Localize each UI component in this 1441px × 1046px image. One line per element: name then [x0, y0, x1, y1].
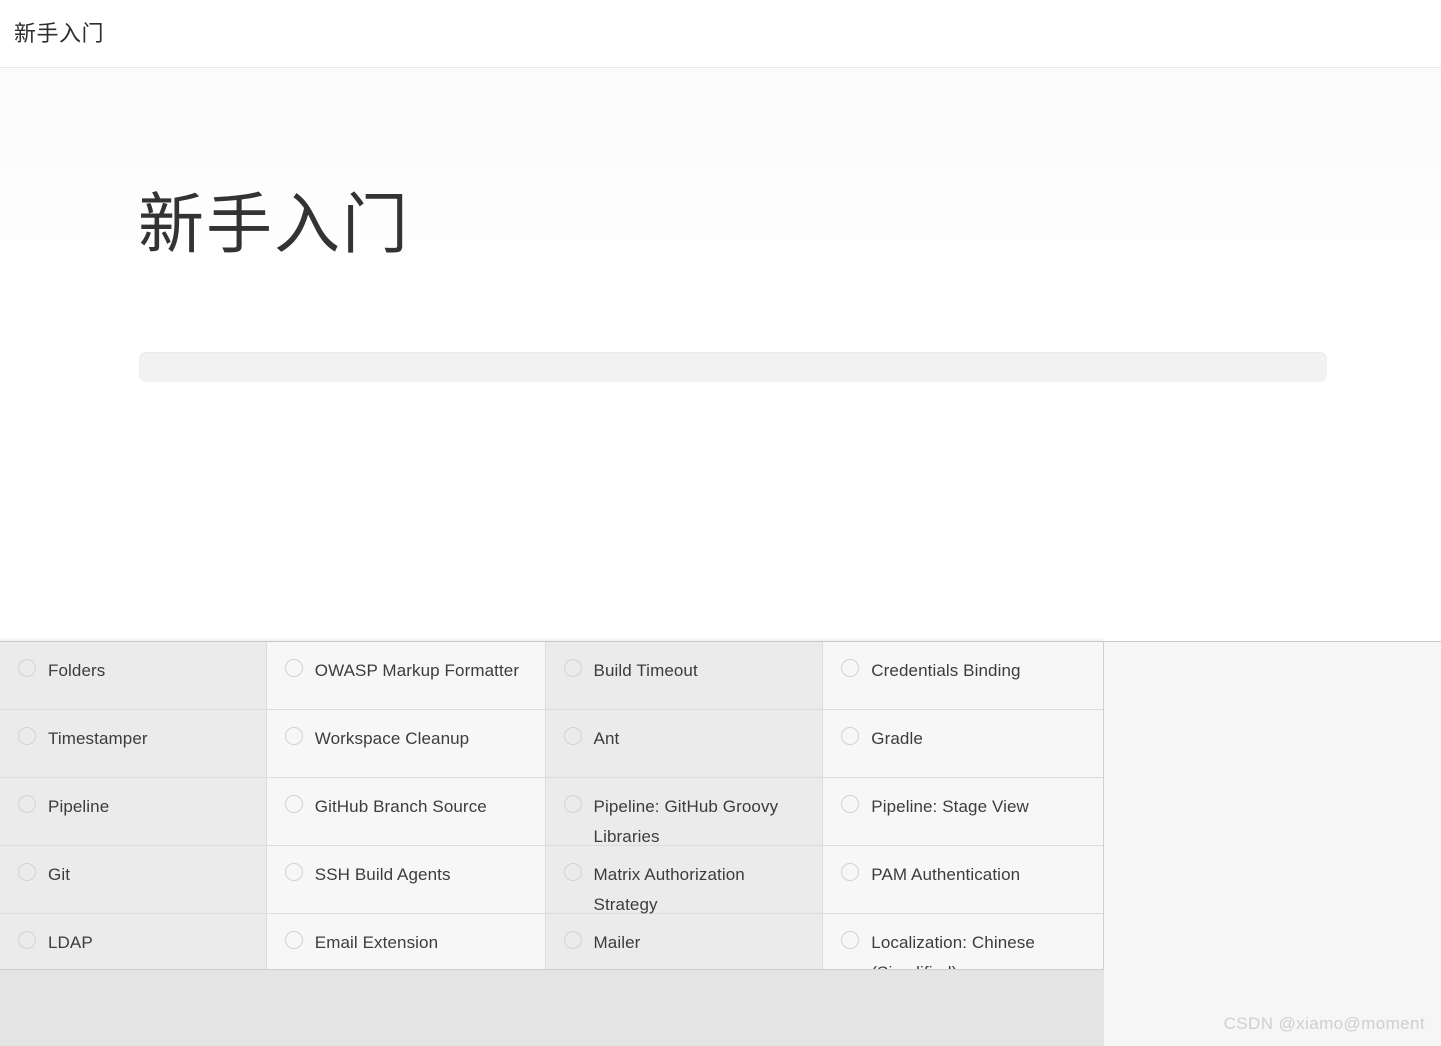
- plugin-label: Build Timeout: [593, 661, 698, 680]
- plugin-item[interactable]: Pipeline: Stage View: [823, 778, 1104, 846]
- plugin-label: Ant: [593, 729, 620, 748]
- wizard-body-area: [0, 399, 1441, 641]
- plugin-label: Credentials Binding: [871, 661, 1021, 680]
- checkbox-circle-icon[interactable]: [563, 795, 582, 813]
- plugin-label: Pipeline: [48, 797, 110, 816]
- checkbox-circle-icon[interactable]: [18, 727, 36, 745]
- plugin-item[interactable]: OWASP Markup Formatter: [266, 642, 545, 710]
- checkbox-circle-icon[interactable]: [563, 863, 582, 881]
- plugin-label: Pipeline: GitHub Groovy Libraries: [593, 797, 779, 846]
- plugin-item[interactable]: Ant: [545, 710, 823, 778]
- checkbox-circle-icon[interactable]: [563, 931, 582, 949]
- plugin-item[interactable]: Git: [0, 846, 266, 914]
- checkbox-circle-icon[interactable]: [841, 863, 860, 881]
- checkbox-circle-icon[interactable]: [563, 727, 582, 745]
- plugin-label: SSH Build Agents: [314, 865, 451, 884]
- plugin-item[interactable]: Build Timeout: [545, 642, 823, 710]
- checkbox-circle-icon[interactable]: [284, 727, 303, 745]
- plugin-item[interactable]: SSH Build Agents: [266, 846, 545, 914]
- plugin-label: OWASP Markup Formatter: [314, 661, 520, 680]
- checkbox-circle-icon[interactable]: [841, 931, 860, 949]
- plugin-column: OWASP Markup Formatter Workspace Cleanup…: [266, 642, 546, 982]
- plugin-label: Pipeline: Stage View: [871, 797, 1029, 816]
- page-root: 新手入门 新手入门 Folders Timestamper Pipeline G…: [0, 0, 1441, 1046]
- checkbox-circle-icon[interactable]: [18, 659, 36, 677]
- plugin-label: Gradle: [871, 729, 923, 748]
- plugin-label: Folders: [48, 661, 106, 680]
- plugin-item[interactable]: Pipeline: GitHub Groovy Libraries: [545, 778, 823, 846]
- plugin-label: Email Extension: [314, 933, 439, 952]
- checkbox-circle-icon[interactable]: [841, 727, 860, 745]
- page-title: 新手入门: [14, 20, 105, 46]
- plugin-label: Workspace Cleanup: [314, 729, 470, 748]
- plugin-column: Credentials Binding Gradle Pipeline: Sta…: [823, 642, 1104, 982]
- plugin-label: Timestamper: [48, 729, 148, 748]
- checkbox-circle-icon[interactable]: [284, 863, 303, 881]
- checkbox-circle-icon[interactable]: [284, 795, 303, 813]
- checkbox-circle-icon[interactable]: [284, 931, 303, 949]
- plugin-item[interactable]: Credentials Binding: [823, 642, 1104, 710]
- checkbox-circle-icon[interactable]: [284, 659, 303, 677]
- plugin-label: Git: [48, 865, 71, 884]
- plugin-item[interactable]: Gradle: [823, 710, 1104, 778]
- plugin-item[interactable]: GitHub Branch Source: [266, 778, 545, 846]
- plugin-column: Build Timeout Ant Pipeline: GitHub Groov…: [545, 642, 824, 982]
- checkbox-circle-icon[interactable]: [18, 931, 36, 949]
- plugin-panel-footer: [0, 969, 1104, 1046]
- checkbox-circle-icon[interactable]: [563, 659, 582, 677]
- plugin-column: Folders Timestamper Pipeline Git LDAP: [0, 642, 267, 982]
- plugin-label: PAM Authentication: [871, 865, 1021, 884]
- plugin-selection-panel: Folders Timestamper Pipeline Git LDAP OW…: [0, 641, 1104, 1046]
- checkbox-circle-icon[interactable]: [18, 863, 36, 881]
- wizard-heading: 新手入门: [138, 187, 410, 261]
- plugin-item[interactable]: Folders: [0, 642, 266, 710]
- plugin-item[interactable]: PAM Authentication: [823, 846, 1104, 914]
- plugin-item[interactable]: Matrix Authorization Strategy: [545, 846, 823, 914]
- plugin-label: LDAP: [48, 933, 93, 952]
- panel-side-filler: [1104, 641, 1441, 1046]
- checkbox-circle-icon[interactable]: [841, 659, 860, 677]
- installation-progress-bar: [139, 352, 1327, 382]
- plugin-grid: Folders Timestamper Pipeline Git LDAP OW…: [0, 642, 1104, 982]
- plugin-label: Mailer: [593, 933, 641, 952]
- plugin-item[interactable]: Pipeline: [0, 778, 266, 846]
- plugin-item[interactable]: Workspace Cleanup: [266, 710, 545, 778]
- checkbox-circle-icon[interactable]: [841, 795, 860, 813]
- watermark-text: CSDN @xiamo@moment: [1223, 1014, 1425, 1033]
- plugin-item[interactable]: Timestamper: [0, 710, 266, 778]
- setup-wizard-panel: 新手入门: [0, 69, 1441, 641]
- plugin-label: Matrix Authorization Strategy: [593, 865, 745, 914]
- plugin-label: GitHub Branch Source: [314, 797, 487, 816]
- top-header: 新手入门: [0, 0, 1441, 68]
- checkbox-circle-icon[interactable]: [18, 795, 36, 813]
